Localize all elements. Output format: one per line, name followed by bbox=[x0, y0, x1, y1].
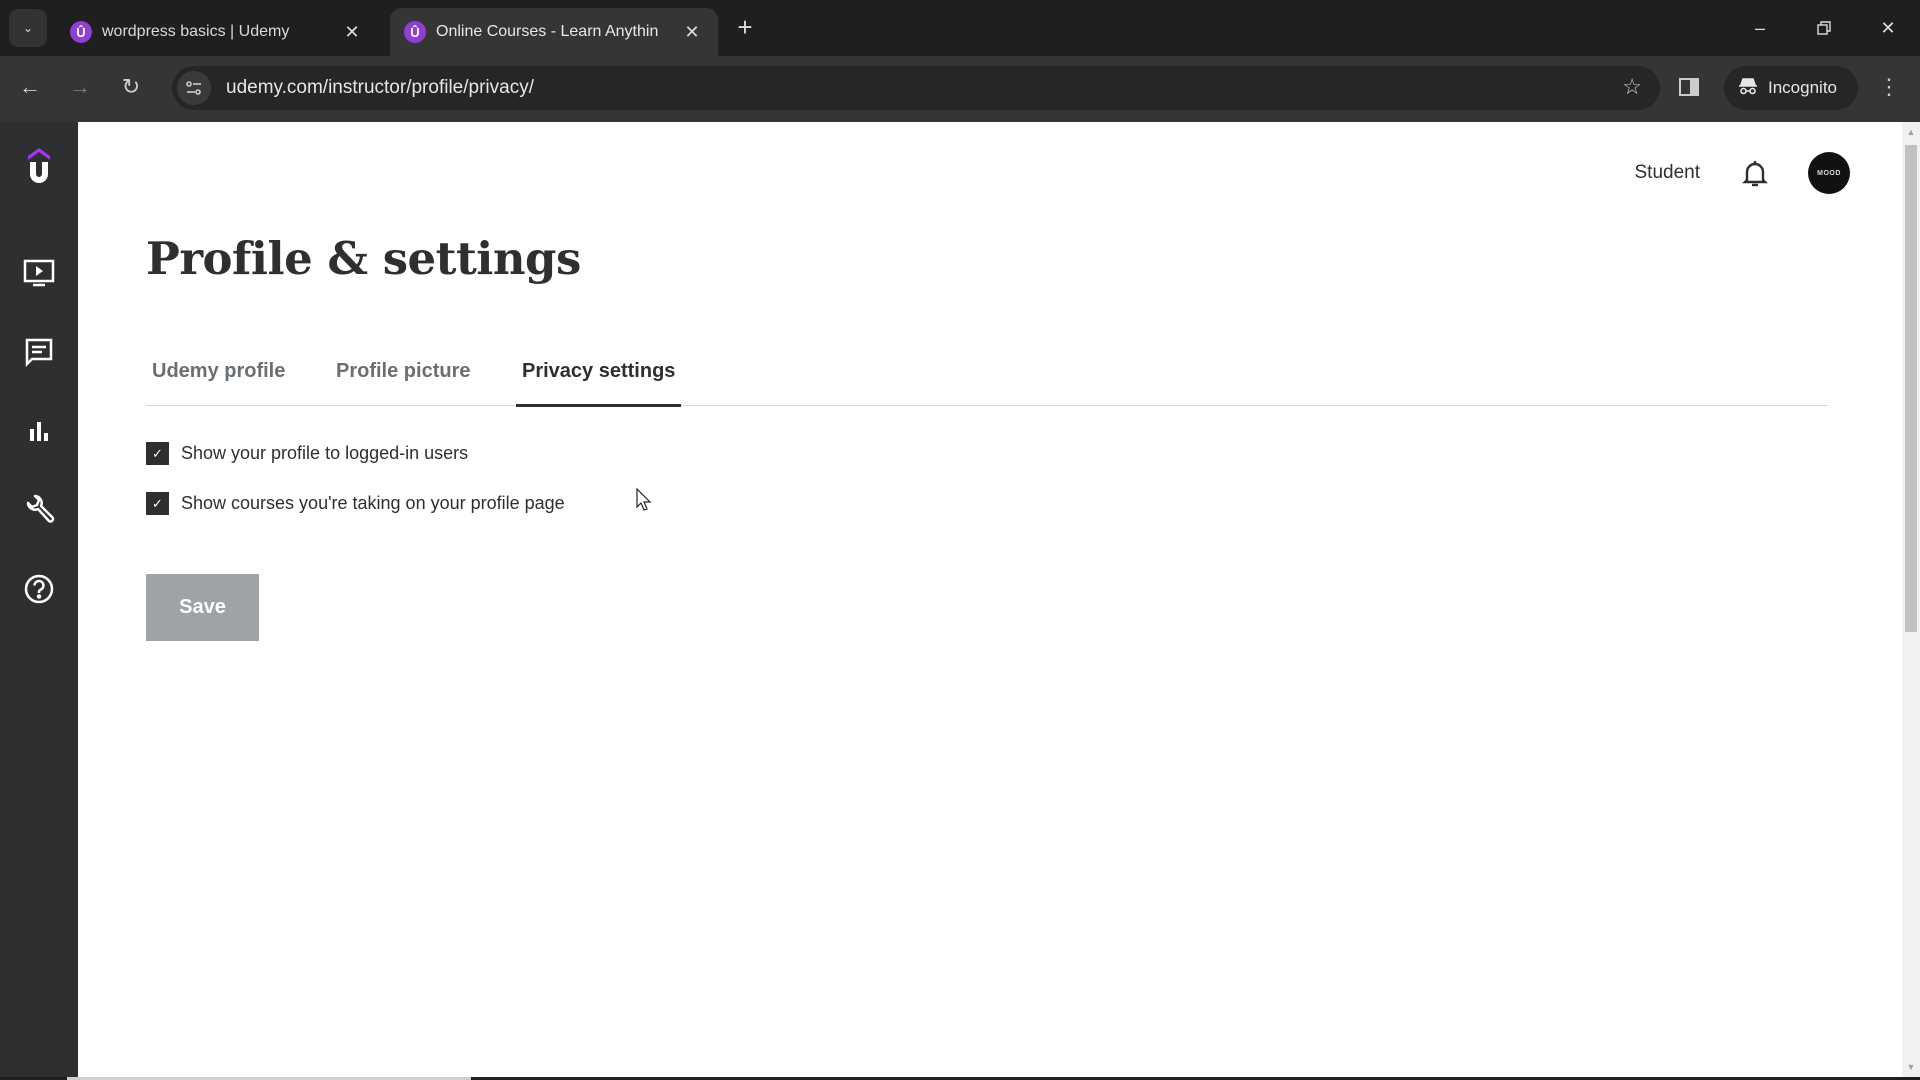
incognito-label: Incognito bbox=[1768, 78, 1837, 97]
user-avatar[interactable]: MOOD bbox=[1808, 152, 1850, 194]
tab-title: wordpress basics | Udemy bbox=[102, 23, 290, 40]
browser-menu-button[interactable]: ⋮ bbox=[1874, 70, 1904, 104]
save-button[interactable]: Save bbox=[146, 574, 259, 641]
arrow-right-icon: → bbox=[69, 74, 91, 99]
notifications-bell-icon[interactable] bbox=[1740, 158, 1770, 188]
tab-privacy-settings[interactable]: Privacy settings bbox=[515, 344, 682, 407]
show-profile-checkbox[interactable]: ✓ bbox=[146, 442, 169, 465]
page-header-actions: Student MOOD bbox=[1635, 152, 1850, 194]
close-tab-icon[interactable]: ✕ bbox=[680, 22, 704, 43]
show-profile-label: Show your profile to logged-in users bbox=[181, 443, 469, 463]
minimize-icon[interactable]: – bbox=[1740, 10, 1780, 46]
tab-title: Online Courses - Learn Anythin bbox=[436, 23, 659, 40]
more-vert-icon: ⋮ bbox=[1878, 74, 1900, 99]
udemy-favicon-icon: Û bbox=[404, 21, 426, 43]
vertical-scrollbar[interactable]: ▲ ▼ bbox=[1902, 122, 1920, 1077]
checkmark-icon: ✓ bbox=[152, 495, 163, 511]
close-window-icon[interactable]: ✕ bbox=[1868, 10, 1908, 46]
back-button[interactable]: ← bbox=[12, 69, 48, 105]
restore-icon[interactable] bbox=[1804, 10, 1844, 46]
show-courses-label: Show courses you're taking on your profi… bbox=[181, 493, 565, 513]
avatar-text: MOOD bbox=[1817, 169, 1841, 177]
side-panel-button[interactable] bbox=[1672, 70, 1706, 104]
scroll-down-arrow-icon[interactable]: ▼ bbox=[1902, 1059, 1920, 1075]
address-bar[interactable]: udemy.com/instructor/profile/privacy/ ☆ bbox=[172, 66, 1660, 110]
browser-tabstrip: ⌄ Û wordpress basics | Udemy ✕ Û Online … bbox=[0, 0, 1920, 56]
close-tab-icon[interactable]: ✕ bbox=[340, 22, 364, 43]
browser-tab-online-courses[interactable]: Û Online Courses - Learn Anythin ✕ bbox=[390, 8, 718, 56]
url-text[interactable]: udemy.com/instructor/profile/privacy/ bbox=[226, 77, 534, 99]
chevron-down-icon: ⌄ bbox=[22, 21, 34, 35]
browser-toolbar: ← → ↻ udemy.com/instructor/profile/priva… bbox=[0, 56, 1920, 122]
video-screen-icon bbox=[23, 259, 55, 287]
sidebar-item-tools[interactable] bbox=[19, 490, 59, 530]
sidebar-item-communication[interactable] bbox=[19, 332, 59, 372]
mouse-cursor-icon bbox=[636, 488, 652, 511]
instructor-sidebar bbox=[0, 122, 78, 1077]
help-icon bbox=[24, 574, 54, 604]
sidebar-item-courses[interactable] bbox=[19, 253, 59, 293]
tab-profile-picture[interactable]: Profile picture bbox=[336, 344, 470, 405]
udemy-favicon-icon: Û bbox=[70, 21, 92, 43]
incognito-icon bbox=[1738, 77, 1758, 100]
incognito-indicator[interactable]: Incognito bbox=[1724, 66, 1858, 110]
checkmark-icon: ✓ bbox=[152, 445, 163, 461]
site-settings-icon[interactable] bbox=[177, 71, 211, 105]
tab-udemy-profile[interactable]: Udemy profile bbox=[152, 344, 285, 405]
wrench-icon bbox=[26, 494, 55, 523]
udemy-logo[interactable] bbox=[22, 144, 56, 188]
sidebar-item-help[interactable] bbox=[19, 569, 59, 609]
reload-icon: ↻ bbox=[121, 74, 141, 99]
profile-tabs: Udemy profile Profile picture Privacy se… bbox=[146, 344, 1828, 407]
show-courses-checkbox[interactable]: ✓ bbox=[146, 492, 169, 515]
sidebar-item-performance[interactable] bbox=[19, 411, 59, 451]
page-viewport: Student MOOD Profile & settings Udemy pr… bbox=[0, 122, 1920, 1077]
scrollbar-thumb[interactable] bbox=[1905, 145, 1917, 632]
scroll-up-arrow-icon[interactable]: ▲ bbox=[1902, 124, 1920, 140]
bookmark-star-icon[interactable]: ☆ bbox=[1622, 74, 1642, 100]
browser-tab-wordpress-basics[interactable]: Û wordpress basics | Udemy ✕ bbox=[56, 8, 378, 56]
show-courses-option[interactable]: ✓ Show courses you're taking on your pro… bbox=[146, 492, 565, 515]
bar-chart-icon bbox=[30, 422, 48, 441]
forward-button[interactable]: → bbox=[62, 69, 98, 105]
student-view-link[interactable]: Student bbox=[1635, 162, 1701, 184]
side-panel-icon bbox=[1679, 78, 1699, 96]
arrow-left-icon: ← bbox=[19, 74, 41, 99]
chat-icon bbox=[25, 338, 53, 367]
show-profile-option[interactable]: ✓ Show your profile to logged-in users bbox=[146, 442, 468, 465]
reload-button[interactable]: ↻ bbox=[113, 69, 149, 105]
new-tab-button[interactable]: + bbox=[730, 12, 760, 42]
page-title: Profile & settings bbox=[146, 232, 581, 285]
tab-search-button[interactable]: ⌄ bbox=[9, 9, 47, 47]
